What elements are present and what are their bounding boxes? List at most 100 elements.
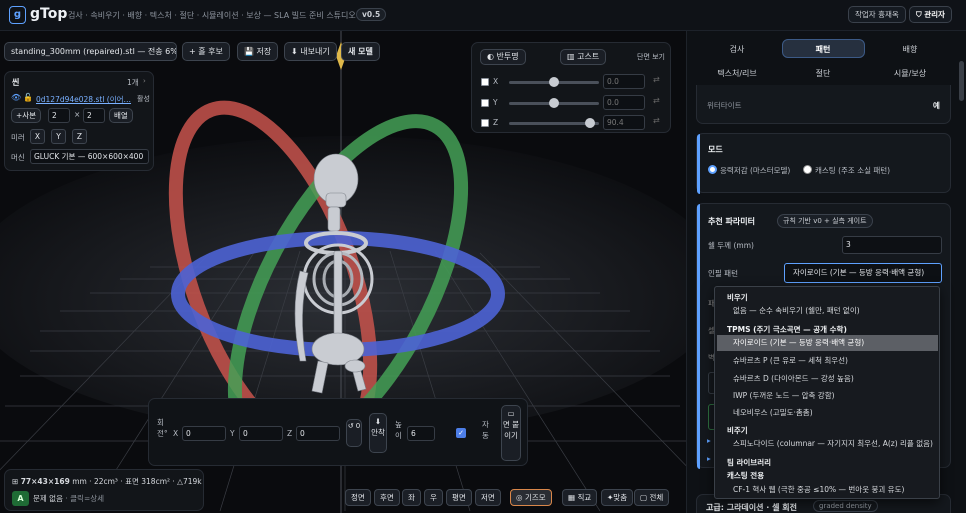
dd-item-neovius[interactable]: 네오비우스 (고밀도·촘촘) [717,405,938,421]
stats-dims: 77×43×169 [20,477,70,486]
inspect-summary-card: 위터타이트 예 [696,85,951,124]
section-panel: ◐ 반투명 ▥ 고스트 단면 보기 X 0.0 ⇄ Y 0.0 ⇄ Z 90.4… [471,42,671,133]
add-copies-button[interactable]: +사본 [11,108,42,123]
tab-orientation[interactable]: 배향 [880,44,940,55]
stats-line: ⊞ 77×43×169 mm · 22cm³ · 표면 318cm² · △71… [12,476,202,487]
expand-icon-a[interactable]: ▸ [707,436,711,445]
mirror-y-button[interactable]: Y [51,129,66,144]
section-z-knob[interactable] [585,118,595,128]
down-arrow-icon: ⬇ [374,417,382,426]
infill-select[interactable]: 자이로이드 (기본 — 등방 응력·배액 균형) [784,263,942,283]
swap-y-icon[interactable]: ⇄ [653,96,660,105]
axis-z-label: Z [493,118,499,127]
copies-y-input[interactable]: 2 [83,108,105,123]
gizmo-button[interactable]: ◎ 기즈모 [510,489,552,506]
dd-item-none[interactable]: 없음 — 순수 속비우기 (쉘만, 패턴 없이) [717,303,938,319]
mirror-x-button[interactable]: X [30,129,45,144]
rotate-x-input[interactable]: 0 [182,426,226,441]
view-top-button[interactable]: 평면 [446,489,472,506]
eye-icon[interactable]: 👁 [11,93,21,102]
swap-z-icon[interactable]: ⇄ [653,116,660,125]
cube-icon: ⊞ [12,477,19,486]
new-model-button[interactable]: 새 모델 [341,42,380,61]
times-sign: × [74,110,81,119]
ortho-button[interactable]: ▦ 직교 [562,489,598,506]
tab-inspect[interactable]: 검사 [707,44,767,55]
copies-x-input[interactable]: 2 [48,108,70,123]
scene-count: 1개 [127,78,139,87]
mode-radio-stress[interactable] [708,165,717,174]
dd-item-schwarz-d[interactable]: 슈바르츠 D (다이아몬드 — 강성 높음) [717,371,938,387]
file-name-field[interactable]: standing_300mm (repaired).stl — 전송 6%… [4,42,177,61]
tab-texture[interactable]: 텍스처/리브 [707,68,767,79]
section-x-checkbox[interactable] [481,78,489,86]
dd-item-schwarz-p[interactable]: 슈바르츠 P (큰 유로 — 세척 최우선) [717,353,938,369]
transform-panel: 회전° X 0 Y 0 Z 0 ↺ 0 ⬇ 안착 높이 6 ✓ 자동 ▭ 면 붙이기 [148,398,528,466]
seat-button[interactable]: ⬇ 안착 [369,413,387,453]
axis-x-label: X [493,77,499,86]
view-front-button[interactable]: 정면 [345,489,371,506]
scene-panel: 씬 1개 › 👁 🔓 0d127d94e028.stl (이어… 활성 +사본 … [4,71,154,171]
arrange-button[interactable]: 배열 [109,108,133,123]
sidebar-scrollbar[interactable] [959,61,964,101]
dd-item-iwp[interactable]: IWP (두꺼운 노드 — 압축 강함) [717,388,938,404]
swap-x-icon[interactable]: ⇄ [653,75,660,84]
section-x-input[interactable]: 0.0 [603,74,645,89]
all-label: 전체 [649,493,664,502]
3d-viewport[interactable]: standing_300mm (repaired).stl — 전송 6%… +… [0,31,686,513]
export-button[interactable]: ⬇ 내보내기 [284,42,337,61]
auto-checkbox[interactable]: ✓ [456,428,466,438]
infill-dropdown[interactable]: 비우기 없음 — 순수 속비우기 (쉘만, 패턴 없이) TPMS (주기 극소… [714,286,940,499]
section-y-input[interactable]: 0.0 [603,95,645,110]
accent-bar [697,204,700,469]
section-y-checkbox[interactable] [481,99,489,107]
all-button[interactable]: ▢ 전체 [634,489,670,506]
view-right-button[interactable]: 우 [424,489,443,506]
rotate-label: 회전° [157,418,168,438]
tab-pattern[interactable]: 패턴 [793,44,853,55]
machine-label: 머신 [11,153,25,162]
rotate-y-input[interactable]: 0 [239,426,283,441]
lock-icon[interactable]: 🔓 [23,93,33,102]
ghost-button[interactable]: ▥ 고스트 [560,49,607,65]
admin-label: 관리자 [924,10,945,19]
advanced-title: 고급: 그라데이션 · 셀 회전 [706,503,797,512]
mode-radio-casting[interactable] [803,165,812,174]
section-z-input[interactable]: 90.4 [603,115,645,130]
expand-icon-b[interactable]: ▸ [707,454,711,463]
view-bottom-button[interactable]: 저면 [475,489,501,506]
dd-item-spinodoid[interactable]: 스피노다이드 (columnar — 자기지지 최우선, A(z) 리플 없음) [717,436,938,452]
section-x-knob[interactable] [549,77,559,87]
rotate-z-input[interactable]: 0 [296,426,340,441]
machine-select[interactable]: GLUCK 기본 — 600×600×400 [30,149,149,164]
fit-label: 맞춤 [613,493,628,502]
view-left-button[interactable]: 좌 [402,489,421,506]
chevron-icon[interactable]: › [143,77,146,85]
stats-rest: mm · 22cm³ · 표면 318cm² · △719k [72,477,202,486]
view-back-button[interactable]: 후면 [374,489,400,506]
tab-cut[interactable]: 절단 [793,68,853,79]
admin-button[interactable]: ⛉ 관리자 [909,6,952,23]
advanced-badge: graded density [813,500,878,512]
shell-input[interactable]: 3 [842,236,942,254]
dd-item-cf1[interactable]: CF-1 혁사 웹 (극한 중공 ≤10% — 번아웃 붕괴 유도) [717,482,938,498]
workflow-nav: 검사 · 속비우기 · 배향 · 텍스처 · 절단 · 시뮬레이션 · 보상 —… [68,11,356,20]
fit-button[interactable]: ✦맞춤 [601,489,634,506]
top-bar: g gTop 검사 · 속비우기 · 배향 · 텍스처 · 절단 · 시뮬레이션… [0,0,966,31]
object-status: 활성 [137,95,150,103]
mode-title: 모드 [708,145,723,154]
object-name-link[interactable]: 0d127d94e028.stl (이어… [36,94,133,105]
operator-button[interactable]: 작업자 흉재옥 [848,6,906,23]
mirror-z-button[interactable]: Z [72,129,87,144]
height-input[interactable]: 6 [407,426,435,441]
tab-simulation[interactable]: 시뮬/보상 [880,68,940,79]
section-y-knob[interactable] [549,98,559,108]
translucent-button[interactable]: ◐ 반투명 [480,49,526,65]
face-attach-button[interactable]: ▭ 면 붙이기 [501,405,521,461]
reset-rotation-button[interactable]: ↺ 0 [346,419,362,447]
save-button[interactable]: 💾 저장 [237,42,279,61]
stats-panel[interactable]: ⊞ 77×43×169 mm · 22cm³ · 표면 318cm² · △71… [4,469,204,511]
dd-item-gyroid[interactable]: 자이로이드 (기본 — 등방 응력·배액 균형) [717,335,938,351]
hole-candidate-button[interactable]: + 홀 후보 [182,42,230,61]
section-z-checkbox[interactable] [481,119,489,127]
